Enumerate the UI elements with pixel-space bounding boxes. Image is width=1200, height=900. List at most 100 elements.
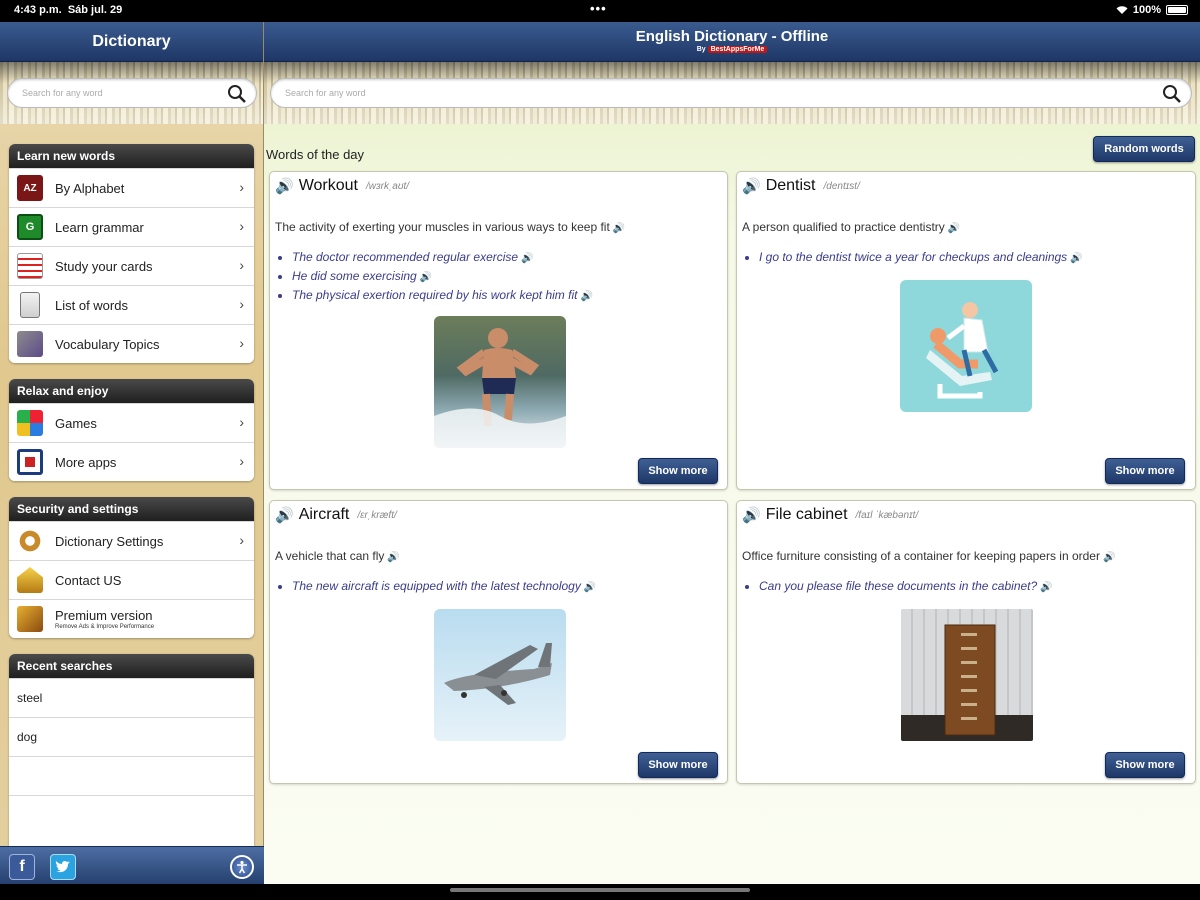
word-definition: Office furniture consisting of a contain…	[742, 549, 1116, 563]
speaker-icon[interactable]: 🔊	[1040, 582, 1052, 593]
speaker-icon[interactable]: 🔊	[420, 272, 432, 283]
speaker-icon[interactable]: 🔊	[584, 582, 596, 593]
word-title: Workout	[298, 177, 358, 194]
example-item: I go to the dentist twice a year for che…	[759, 250, 1083, 264]
grammar-icon: G	[17, 214, 43, 240]
file-cabinet-image	[901, 609, 1033, 741]
word-phonetic: /dentɪst/	[823, 180, 860, 192]
main-search-input[interactable]: Search for any word	[270, 78, 1192, 108]
sidebar-item-vocabulary-topics[interactable]: Vocabulary Topics ›	[9, 324, 254, 363]
speaker-icon[interactable]: 🔊	[742, 177, 761, 195]
puzzle-icon	[17, 410, 43, 436]
chevron-right-icon: ›	[239, 414, 244, 430]
speaker-icon[interactable]: 🔊	[521, 253, 533, 264]
main-title: English Dictionary - Offline	[635, 28, 829, 45]
status-time-date: 4:43 p.m. Sáb jul. 29	[14, 4, 123, 16]
accessibility-icon[interactable]	[230, 855, 254, 879]
recent-search-item[interactable]: steel	[9, 678, 254, 717]
words-of-the-day-label: Words of the day	[266, 147, 365, 162]
group-recent-searches: Recent searches steel dog	[9, 654, 254, 849]
speaker-icon[interactable]: 🔊	[1103, 552, 1115, 563]
sidebar-search-input[interactable]: Search for any word	[7, 78, 257, 108]
home-indicator[interactable]	[450, 888, 750, 892]
example-list: I go to the dentist twice a year for che…	[759, 250, 1083, 269]
show-more-button[interactable]: Show more	[638, 458, 718, 484]
sidebar-title: Dictionary	[0, 22, 263, 62]
sidebar-item-premium-version[interactable]: Premium version Remove Ads & Improve Perf…	[9, 599, 254, 638]
main-content: English Dictionary - Offline By BestApps…	[264, 22, 1200, 884]
word-definition: A vehicle that can fly 🔊	[275, 549, 400, 563]
gear-icon	[17, 528, 43, 554]
example-item: The new aircraft is equipped with the la…	[292, 579, 596, 593]
list-icon	[20, 292, 40, 318]
search-icon[interactable]	[227, 84, 247, 104]
premium-subtitle: Remove Ads & Improve Performance	[55, 624, 155, 630]
battery-percent: 100%	[1132, 4, 1161, 16]
example-list: The new aircraft is equipped with the la…	[292, 579, 596, 598]
main-search-strip: Search for any word	[264, 62, 1200, 124]
workout-image	[434, 316, 566, 448]
status-bar: 4:43 p.m. Sáb jul. 29 ••• 100%	[0, 0, 1200, 22]
sidebar-search-strip: Search for any word	[0, 62, 263, 124]
sidebar-item-study-cards[interactable]: Study your cards ›	[9, 246, 254, 285]
group-header-learn: Learn new words	[9, 144, 254, 168]
word-title: Aircraft	[298, 506, 350, 523]
group-relax-and-enjoy: Relax and enjoy Games › More apps ›	[9, 379, 254, 481]
brand-logo: BestAppsForMe	[707, 46, 768, 53]
word-definition: A person qualified to practice dentistry…	[742, 220, 961, 234]
show-more-button[interactable]: Show more	[638, 752, 718, 778]
example-item: Can you please file these documents in t…	[759, 579, 1053, 593]
dentist-image	[900, 280, 1032, 412]
show-more-button[interactable]: Show more	[1105, 752, 1185, 778]
speaker-icon[interactable]: 🔊	[275, 177, 294, 195]
speaker-icon[interactable]: 🔊	[275, 506, 294, 524]
byline: By BestAppsForMe	[264, 46, 1200, 53]
multitasking-dots[interactable]: •••	[590, 1, 607, 16]
search-icon[interactable]	[1162, 84, 1182, 104]
premium-icon	[17, 606, 43, 632]
example-list: Can you please file these documents in t…	[759, 579, 1053, 598]
chevron-right-icon: ›	[239, 335, 244, 351]
main-header: English Dictionary - Offline By BestApps…	[264, 22, 1200, 62]
sidebar-item-contact-us[interactable]: Contact US	[9, 560, 254, 599]
example-item: The doctor recommended regular exercise🔊	[292, 250, 593, 264]
example-item: He did some exercising🔊	[292, 269, 593, 283]
facebook-icon[interactable]: f	[9, 854, 35, 880]
show-more-button[interactable]: Show more	[1105, 458, 1185, 484]
alphabet-icon: AZ	[17, 175, 43, 201]
random-words-button[interactable]: Random words	[1093, 136, 1195, 162]
sidebar-item-dictionary-settings[interactable]: Dictionary Settings ›	[9, 521, 254, 560]
twitter-icon[interactable]	[50, 854, 76, 880]
speaker-icon[interactable]: 🔊	[948, 223, 960, 234]
speaker-icon[interactable]: 🔊	[613, 223, 625, 234]
chevron-right-icon: ›	[239, 179, 244, 195]
example-item: The physical exertion required by his wo…	[292, 288, 593, 302]
group-learn-new-words: Learn new words AZ By Alphabet › G Learn…	[9, 144, 254, 363]
recent-search-empty	[9, 795, 254, 834]
chevron-right-icon: ›	[239, 218, 244, 234]
speaker-icon[interactable]: 🔊	[580, 291, 592, 302]
word-card-aircraft: 🔊 Aircraft /ɛrˌkræft/ A vehicle that can…	[269, 500, 728, 784]
speaker-icon[interactable]: 🔊	[1070, 253, 1082, 264]
chevron-right-icon: ›	[239, 296, 244, 312]
speaker-icon[interactable]: 🔊	[387, 552, 399, 563]
group-security-settings: Security and settings Dictionary Setting…	[9, 497, 254, 638]
speaker-icon[interactable]: 🔊	[742, 506, 761, 524]
sidebar-item-more-apps[interactable]: More apps ›	[9, 442, 254, 481]
sidebar: Dictionary Search for any word Learn new…	[0, 22, 264, 884]
recent-search-item[interactable]: dog	[9, 717, 254, 756]
sidebar-item-list-of-words[interactable]: List of words ›	[9, 285, 254, 324]
word-phonetic: /wɜrkˌaʊt/	[365, 180, 410, 192]
group-header-relax: Relax and enjoy	[9, 379, 254, 403]
word-title: Dentist	[765, 177, 816, 194]
word-card-file-cabinet: 🔊 File cabinet /faɪl ˈkæbənɪt/ Office fu…	[736, 500, 1196, 784]
sidebar-item-learn-grammar[interactable]: G Learn grammar ›	[9, 207, 254, 246]
battery-icon	[1166, 5, 1188, 15]
sidebar-toolbar: f	[0, 846, 264, 884]
word-definition: The activity of exerting your muscles in…	[275, 220, 626, 234]
word-phonetic: /ɛrˌkræft/	[357, 509, 397, 521]
example-list: The doctor recommended regular exercise🔊…	[292, 250, 593, 307]
sidebar-item-by-alphabet[interactable]: AZ By Alphabet ›	[9, 168, 254, 207]
sidebar-item-games[interactable]: Games ›	[9, 403, 254, 442]
aircraft-image	[434, 609, 566, 741]
